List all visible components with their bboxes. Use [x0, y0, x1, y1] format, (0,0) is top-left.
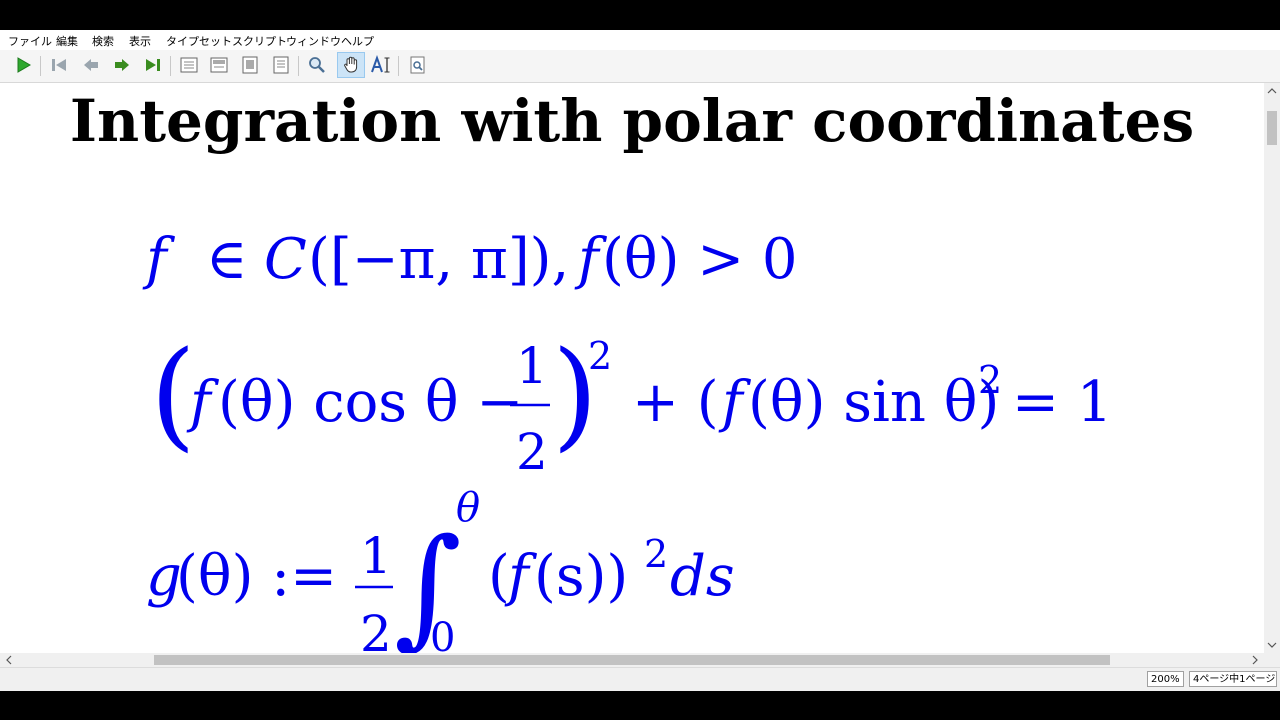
- math-fraction-denominator: 2: [516, 423, 548, 481]
- math-sin-term: (θ) sin θ): [748, 370, 999, 435]
- zoom-level[interactable]: 200%: [1147, 671, 1184, 687]
- status-bar: 200% 4ページ中1ページ: [0, 667, 1280, 691]
- menu-edit[interactable]: 編集: [56, 33, 78, 49]
- toolbar-separator: [170, 56, 171, 76]
- previous-page-icon[interactable]: [80, 54, 102, 76]
- math-fraction-numerator: 1: [516, 337, 548, 395]
- find-icon[interactable]: [407, 54, 429, 76]
- menu-script[interactable]: スクリプト: [232, 33, 287, 49]
- scroll-down-arrow-icon[interactable]: [1264, 637, 1280, 653]
- scroll-right-arrow-icon[interactable]: [1248, 653, 1262, 667]
- math-positivity: (θ) > 0: [602, 227, 798, 292]
- math-element-of: ∈: [206, 227, 247, 292]
- page-indicator: 4ページ中1ページ: [1189, 671, 1277, 687]
- scroll-up-arrow-icon[interactable]: [1264, 83, 1280, 99]
- menu-window[interactable]: ウィンドウ: [286, 33, 341, 49]
- toolbar-separator: [298, 56, 299, 76]
- math-fraction-numerator: 1: [360, 527, 392, 585]
- math-plus: + (: [632, 370, 719, 435]
- typesetter-window: ファイル 編集 検索 表示 タイプセット スクリプト ウィンドウ ヘルプ Int…: [0, 30, 1280, 691]
- math-exponent: 2: [644, 532, 668, 576]
- toolbar: [0, 50, 1280, 83]
- math-f: f: [504, 544, 538, 609]
- toolbar-separator: [398, 56, 399, 76]
- scroll-left-arrow-icon[interactable]: [2, 653, 16, 667]
- math-ds: ds: [670, 544, 735, 609]
- hand-tool-icon[interactable]: [337, 52, 365, 78]
- menu-view[interactable]: 表示: [129, 33, 151, 49]
- pdf-viewport[interactable]: Integration with polar coordinates f ∈ C…: [0, 83, 1264, 653]
- horizontal-scrollbar[interactable]: [0, 653, 1264, 667]
- vertical-scrollbar[interactable]: [1264, 83, 1280, 653]
- menu-file[interactable]: ファイル: [8, 33, 52, 49]
- math-f: f: [186, 370, 220, 435]
- math-equals-one: = 1: [1012, 370, 1112, 435]
- menu-help[interactable]: ヘルプ: [341, 33, 374, 49]
- equation-line-3: g (θ) := 1 2 ∫ θ 0 ( f (s)) 2 ds: [146, 485, 735, 653]
- toolbar-separator: [40, 56, 41, 76]
- math-f: f: [718, 370, 752, 435]
- math-C: C: [264, 227, 307, 292]
- select-text-icon[interactable]: [370, 54, 392, 76]
- math-fraction-denominator: 2: [360, 605, 392, 653]
- fit-width-icon[interactable]: [208, 54, 230, 76]
- fit-window-icon[interactable]: [239, 54, 261, 76]
- last-page-icon[interactable]: [142, 54, 164, 76]
- math-definition: (θ) :=: [176, 544, 337, 609]
- actual-size-icon[interactable]: [178, 54, 200, 76]
- first-page-icon[interactable]: [48, 54, 70, 76]
- math-lower-limit: 0: [430, 615, 455, 653]
- menu-bar: ファイル 編集 検索 表示 タイプセット スクリプト ウィンドウ ヘルプ: [0, 30, 1280, 50]
- scrollbar-corner: [1264, 653, 1280, 667]
- equation-line-2: ( f (θ) cos θ − 1 2 ) 2 + ( f (θ) sin θ)…: [150, 325, 1112, 481]
- math-f: f: [142, 227, 176, 292]
- math-exponent: 2: [588, 334, 612, 378]
- math-exponent: 2: [978, 358, 1002, 402]
- menu-typeset[interactable]: タイプセット: [166, 33, 232, 49]
- magnifier-icon[interactable]: [306, 54, 328, 76]
- next-page-icon[interactable]: [111, 54, 133, 76]
- math-cos-term: (θ) cos θ −: [218, 370, 523, 435]
- slide-title: Integration with polar coordinates: [69, 87, 1195, 155]
- math-interval: ([−π, π]),: [308, 227, 569, 292]
- fit-height-icon[interactable]: [270, 54, 292, 76]
- horizontal-scroll-thumb[interactable]: [154, 655, 1110, 665]
- math-open-paren: (: [488, 544, 510, 609]
- typeset-play-icon[interactable]: [12, 54, 34, 76]
- math-upper-limit: θ: [456, 485, 480, 531]
- menu-search[interactable]: 検索: [92, 33, 114, 49]
- math-f-of-s: (s)): [534, 544, 628, 609]
- vertical-scroll-thumb[interactable]: [1267, 111, 1277, 145]
